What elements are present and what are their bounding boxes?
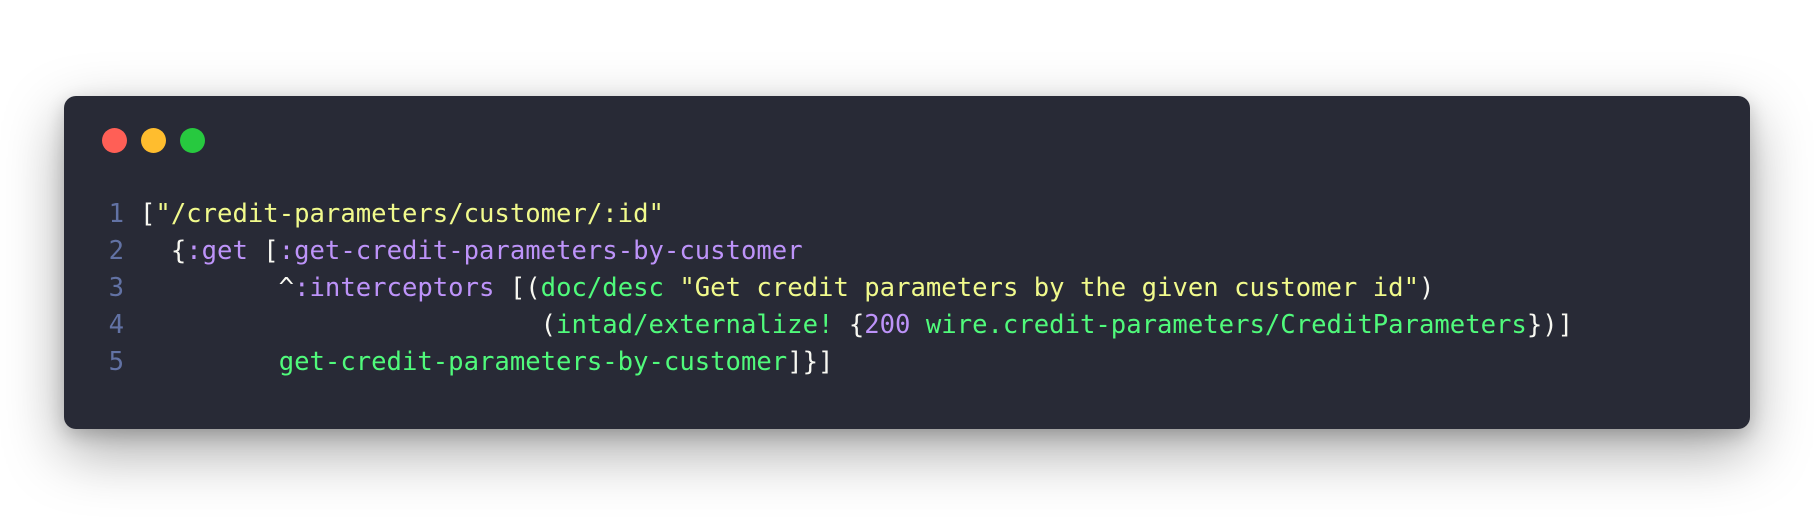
line-content: ^:interceptors [(doc/desc "Get credit pa… [140, 270, 1435, 307]
code-token-plain: { [140, 236, 187, 266]
code-token-plain: ^ [140, 273, 295, 303]
code-token-plain: [ [247, 236, 279, 266]
code-line: 2 {:get [:get-credit-parameters-by-custo… [64, 233, 1750, 270]
code-token-string: "/credit-parameters/customer/:id" [155, 199, 664, 229]
line-number: 1 [108, 199, 124, 229]
code-token-keyword: :get-credit-parameters-by-customer [278, 236, 803, 266]
code-line: 1 ["/credit-parameters/customer/:id" [64, 196, 1750, 233]
code-token-plain: ) [1418, 273, 1435, 303]
code-block: 1 ["/credit-parameters/customer/:id" 2 {:g… [64, 196, 1750, 381]
line-number: 3 [108, 273, 124, 303]
code-token-keyword: :get [186, 236, 248, 266]
code-token-plain: ( [140, 310, 557, 340]
code-token-keyword: :interceptors [294, 273, 495, 303]
code-token-symbol: wire.credit-parameters/CreditParameters [925, 310, 1527, 340]
line-number: 5 [108, 347, 124, 377]
close-dot-icon[interactable] [102, 128, 127, 153]
code-token-plain: ]}] [787, 347, 834, 377]
line-number: 4 [108, 310, 124, 340]
code-token-plain: })] [1526, 310, 1574, 340]
code-token-symbol: get-credit-parameters-by-customer [278, 347, 788, 377]
code-line: 3 ^:interceptors [(doc/desc "Get credit … [64, 270, 1750, 307]
code-token-string: "Get credit parameters by the given cust… [679, 273, 1419, 303]
minimize-dot-icon[interactable] [141, 128, 166, 153]
window-controls [102, 128, 205, 153]
code-token-plain: [ [140, 199, 156, 229]
code-line: 4 (intad/externalize! {200 wire.credit-p… [64, 307, 1750, 344]
line-content: ["/credit-parameters/customer/:id" [140, 196, 664, 233]
code-token-plain: { [833, 310, 865, 340]
line-content: get-credit-parameters-by-customer]}] [140, 344, 834, 381]
maximize-dot-icon[interactable] [180, 128, 205, 153]
line-number: 2 [108, 236, 124, 266]
code-token-plain: [( [494, 273, 541, 303]
code-line: 5 get-credit-parameters-by-customer]}] [64, 344, 1750, 381]
code-token-symbol: intad/externalize! [556, 310, 834, 340]
code-token-number: 200 [864, 310, 911, 340]
line-content: {:get [:get-credit-parameters-by-custome… [140, 233, 803, 270]
code-window: 1 ["/credit-parameters/customer/:id" 2 {:g… [64, 96, 1750, 429]
line-content: (intad/externalize! {200 wire.credit-par… [140, 307, 1573, 344]
code-token-symbol: doc/desc [540, 273, 664, 303]
